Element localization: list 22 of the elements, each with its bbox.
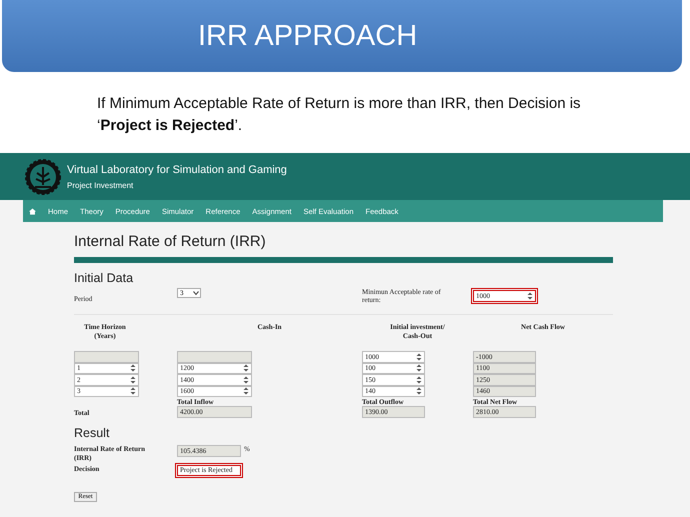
spinner-icon[interactable]: [416, 364, 422, 372]
spinner-icon[interactable]: [130, 376, 136, 384]
section-heading: Initial Data: [74, 271, 134, 285]
spinner-icon[interactable]: [243, 376, 249, 384]
spinner-icon[interactable]: [243, 364, 249, 372]
section-heading: Result: [74, 426, 110, 440]
slide-title: IRR APPROACH: [198, 20, 418, 52]
site-subtitle: Project Investment: [67, 180, 134, 190]
logo-icon: [25, 158, 61, 194]
site-title: Virtual Laboratory for Simulation and Gaming: [67, 164, 287, 176]
caret-icon: [192, 289, 200, 297]
page-heading: Internal Rate of Return (IRR): [74, 233, 267, 250]
spinner-icon[interactable]: [243, 387, 249, 396]
home-icon[interactable]: [29, 208, 36, 214]
spinner-icon[interactable]: [416, 387, 422, 396]
empty-cell: [74, 351, 139, 362]
spinner-icon[interactable]: [416, 376, 422, 384]
spinner-icon[interactable]: [416, 352, 422, 361]
spinner-icon[interactable]: [130, 364, 136, 372]
spinner-icon[interactable]: [527, 292, 533, 300]
slide-note: If Minimum Acceptable Rate of Return is more than IRR, then Decision is ‘Project is Rejected’.: [97, 94, 582, 136]
spinner-icon[interactable]: [130, 387, 136, 396]
